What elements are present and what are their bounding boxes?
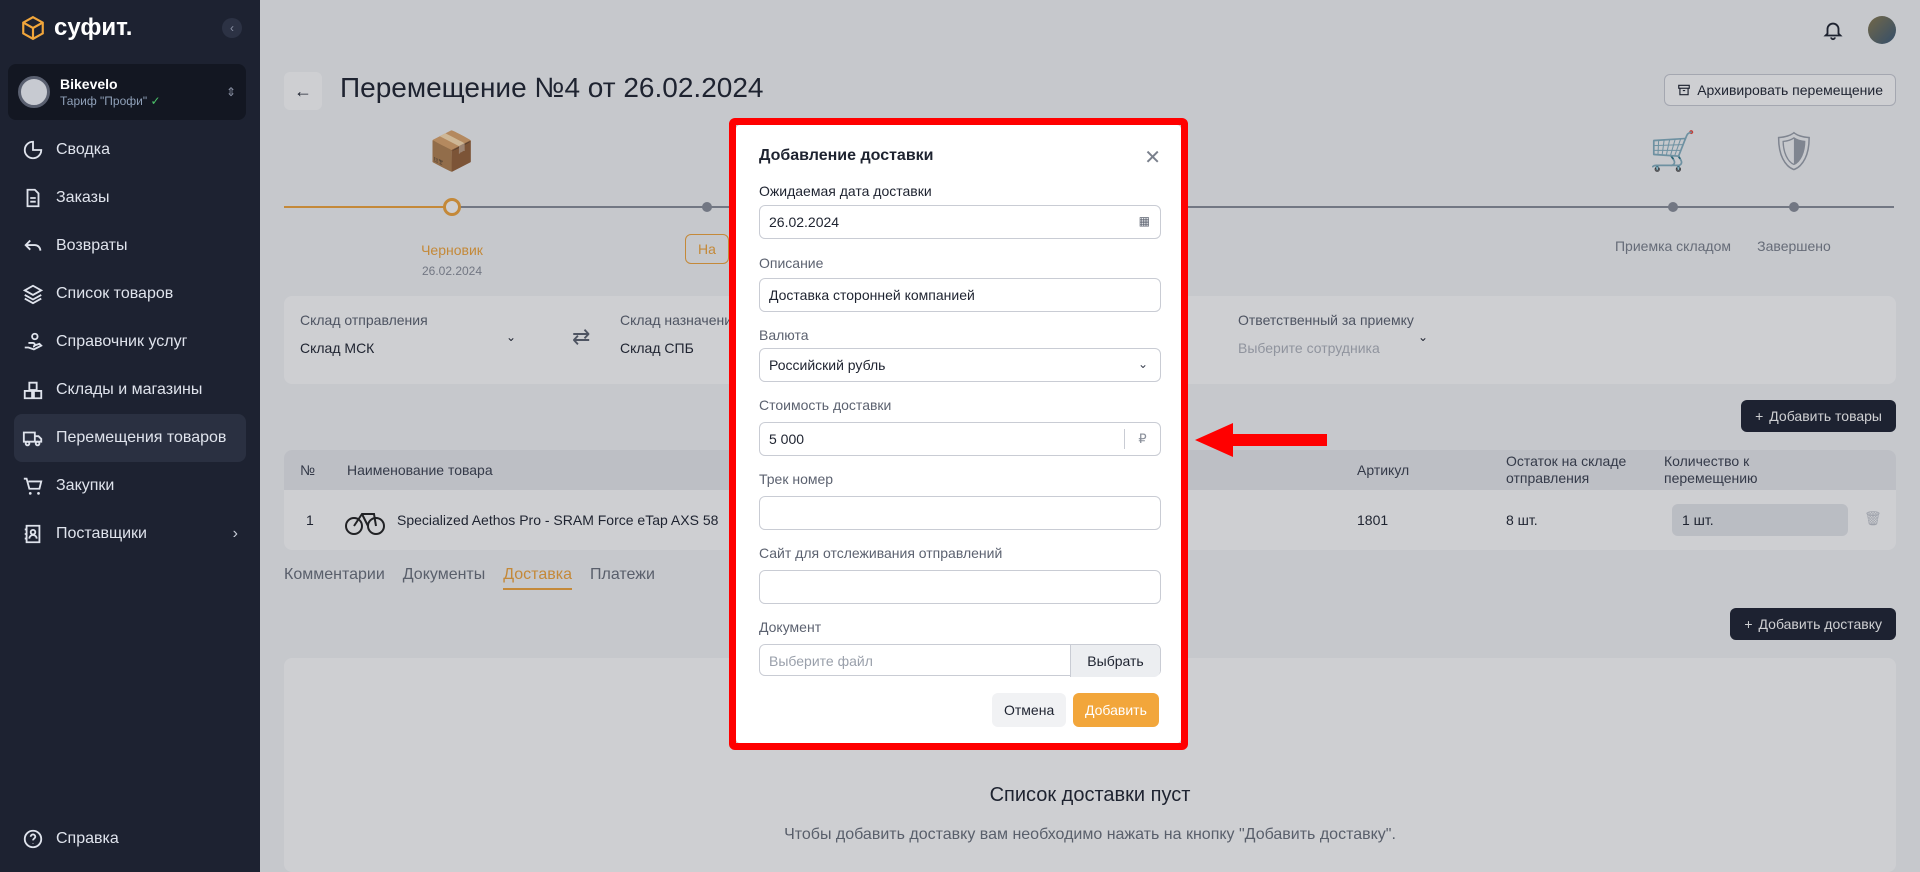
org-avatar — [18, 76, 50, 108]
choose-file-button[interactable]: Выбрать — [1070, 645, 1160, 677]
sidebar-item-0[interactable]: Сводка — [14, 126, 246, 174]
chevron-left-icon: ‹ — [230, 21, 234, 35]
collapse-sidebar-button[interactable]: ‹ — [222, 18, 242, 38]
cost-label: Стоимость доставки — [759, 397, 892, 413]
cube-logo-icon — [22, 15, 44, 41]
calendar-icon: ▦ — [1138, 214, 1150, 228]
tracking-site-label: Сайт для отслеживания отправлений — [759, 545, 1003, 561]
sidebar-item-label: Список товаров — [56, 285, 174, 302]
sidebar-item-3[interactable]: Список товаров — [14, 270, 246, 318]
modal-title: Добавление доставки — [759, 147, 934, 164]
sidebar-item-label: Справочник услуг — [56, 333, 188, 350]
tracking-site-field[interactable] — [759, 570, 1161, 604]
add-button[interactable]: Добавить — [1073, 693, 1159, 727]
cost-field[interactable]: 5 000 ₽ — [759, 422, 1161, 456]
chevron-down-icon: ⌄ — [1137, 357, 1148, 371]
sidebar-item-1[interactable]: Заказы — [14, 174, 246, 222]
chevron-right-icon: › — [232, 525, 238, 542]
add-delivery-modal: Добавление доставки ✕ Ожидаемая дата дос… — [736, 125, 1181, 743]
sidebar-item-label: Склады и магазины — [56, 381, 203, 398]
description-field[interactable]: Доставка сторонней компанией — [759, 278, 1161, 312]
chevron-updown-icon: ⇕ — [225, 85, 236, 99]
app-logo-text: суфит. — [54, 14, 133, 41]
description-label: Описание — [759, 255, 824, 271]
sidebar-item-label: Сводка — [56, 141, 111, 158]
return-icon — [24, 239, 42, 251]
hand-service-icon — [24, 332, 43, 351]
red-arrow-annotation-icon — [1195, 423, 1327, 457]
layers-icon — [22, 284, 44, 305]
sidebar-item-label: Закупки — [56, 477, 115, 494]
track-number-field[interactable] — [759, 496, 1161, 530]
track-label: Трек номер — [759, 471, 834, 487]
sidebar-item-8[interactable]: Поставщики › — [14, 510, 246, 558]
cancel-button[interactable]: Отмена — [992, 693, 1067, 727]
sidebar-item-label: Заказы — [56, 189, 110, 206]
sidebar-item-5[interactable]: Склады и магазины — [14, 366, 246, 414]
sidebar-item-help[interactable]: Справка — [22, 828, 119, 850]
question-circle-icon — [23, 829, 43, 849]
document-label: Документ — [759, 619, 822, 635]
sidebar-item-label: Поставщики — [56, 525, 147, 542]
pie-chart-icon — [23, 140, 43, 160]
document-file-input[interactable]: Выберите файл Выбрать — [759, 644, 1161, 677]
sidebar-item-7[interactable]: Закупки — [14, 462, 246, 510]
document-icon — [26, 188, 40, 208]
boxes-icon — [23, 381, 43, 400]
currency-select[interactable]: Российский рубль ⌄ — [759, 348, 1161, 382]
org-plan: Тариф "Профи" ✓ — [60, 94, 161, 108]
org-name: Bikevelo — [60, 76, 118, 92]
date-label: Ожидаемая дата доставки — [759, 183, 932, 199]
sidebar: суфит. ‹ Bikevelo Тариф "Профи" ✓ ⇕ Свод… — [0, 0, 260, 872]
sidebar-item-4[interactable]: Справочник услуг — [14, 318, 246, 366]
sidebar-item-label: Справка — [56, 830, 119, 847]
app-logo[interactable]: суфит. — [20, 14, 132, 42]
check-circle-icon: ✓ — [150, 94, 161, 108]
sidebar-item-2[interactable]: Возвраты — [14, 222, 246, 270]
sidebar-nav: Сводка Заказы Возвраты Список товаров Справо… — [14, 126, 246, 558]
org-switcher[interactable]: Bikevelo Тариф "Профи" ✓ ⇕ — [8, 64, 246, 120]
date-field[interactable]: 26.02.2024 ▦ — [759, 205, 1161, 239]
ruble-icon: ₽ — [1124, 429, 1160, 449]
currency-label: Валюта — [759, 327, 809, 343]
sidebar-item-6[interactable]: Перемещения товаров — [14, 414, 246, 462]
cart-icon — [23, 477, 43, 495]
sidebar-item-label: Перемещения товаров — [56, 429, 227, 446]
truck-icon — [22, 431, 43, 447]
contacts-icon — [24, 524, 41, 544]
sidebar-item-label: Возвраты — [56, 237, 128, 254]
close-icon[interactable]: ✕ — [1144, 145, 1161, 170]
